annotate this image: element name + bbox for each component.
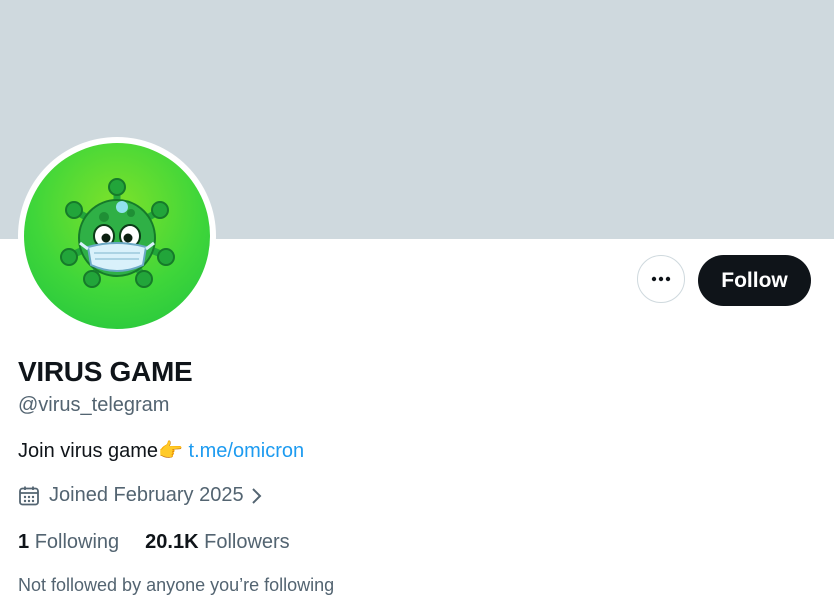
more-options-button[interactable] [637, 255, 685, 303]
follow-stats: 1 Following 20.1K Followers [18, 531, 290, 554]
page-edge [834, 0, 838, 616]
following-link[interactable]: 1 Following [18, 531, 119, 553]
not-followed-note: Not followed by anyone you’re following [18, 575, 335, 595]
followers-link[interactable]: 20.1K Followers [145, 531, 290, 553]
calendar-icon [18, 485, 40, 507]
profile-bio: Join virus game👉 t.me/omicron [18, 438, 304, 463]
chevron-right-icon[interactable] [250, 486, 264, 506]
following-count: 1 [18, 531, 30, 553]
bio-link[interactable]: t.me/omicron [189, 440, 305, 462]
display-name: VIRUS GAME [18, 356, 193, 387]
pointing-hand-emoji: 👉 [158, 440, 183, 462]
more-dots-icon [651, 276, 671, 282]
virus-mascot-with-mask-icon [60, 178, 175, 288]
followers-count: 20.1K [145, 531, 199, 553]
joined-text: Joined February 2025 [49, 484, 244, 506]
bio-text: Join virus game [18, 440, 159, 462]
avatar[interactable] [24, 143, 210, 329]
following-label: Following [34, 531, 120, 553]
followers-label: Followers [204, 531, 290, 553]
joined-date: Joined February 2025 [18, 484, 264, 507]
profile-handle: @virus_telegram [18, 394, 170, 416]
follow-button[interactable]: Follow [698, 255, 811, 306]
